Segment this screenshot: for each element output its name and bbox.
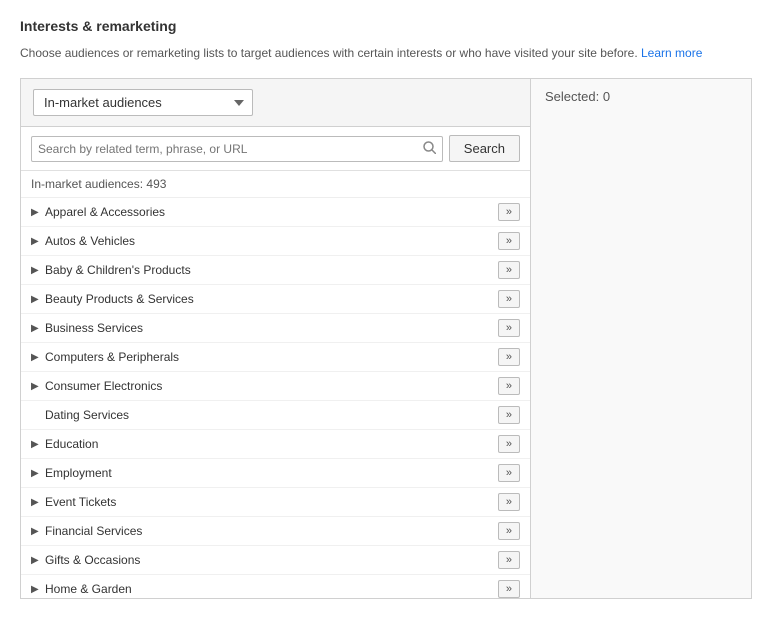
add-to-selected-button[interactable]: » xyxy=(498,522,520,540)
add-to-selected-button[interactable]: » xyxy=(498,406,520,424)
expand-arrow-icon[interactable]: ▶ xyxy=(31,555,41,566)
section-title: Interests & remarketing xyxy=(20,18,752,34)
learn-more-link[interactable]: Learn more xyxy=(641,46,702,60)
expand-arrow-icon[interactable]: ▶ xyxy=(31,497,41,508)
list-item: ▶ Computers & Peripherals » xyxy=(21,343,530,372)
list-item: ▶ Financial Services » xyxy=(21,517,530,546)
main-panel: In-market audiences Affinity audiences R… xyxy=(20,78,752,599)
section-description: Choose audiences or remarketing lists to… xyxy=(20,44,752,62)
expand-arrow-icon[interactable]: ▶ xyxy=(31,381,41,392)
add-to-selected-button[interactable]: » xyxy=(498,580,520,598)
list-item-label: Business Services xyxy=(45,321,143,335)
left-panel: In-market audiences Affinity audiences R… xyxy=(21,79,531,598)
add-to-selected-button[interactable]: » xyxy=(498,261,520,279)
add-to-selected-button[interactable]: » xyxy=(498,435,520,453)
list-item-label: Education xyxy=(45,437,98,451)
list-item: Dating Services » xyxy=(21,401,530,430)
list-item: ▶ Event Tickets » xyxy=(21,488,530,517)
search-input[interactable] xyxy=(38,142,419,156)
search-button[interactable]: Search xyxy=(449,135,520,162)
search-icon xyxy=(423,141,436,157)
list-item: ▶ Business Services » xyxy=(21,314,530,343)
list-item-label: Financial Services xyxy=(45,524,142,538)
list-item: ▶ Apparel & Accessories » xyxy=(21,198,530,227)
audience-list: ▶ Apparel & Accessories » ▶ Autos & Vehicles… xyxy=(21,198,530,598)
list-item: ▶ Autos & Vehicles » xyxy=(21,227,530,256)
expand-arrow-icon[interactable]: ▶ xyxy=(31,207,41,218)
expand-arrow-icon[interactable]: ▶ xyxy=(31,584,41,595)
list-item: ▶ Baby & Children's Products » xyxy=(21,256,530,285)
list-item: ▶ Gifts & Occasions » xyxy=(21,546,530,575)
list-item-label: Event Tickets xyxy=(45,495,116,509)
list-header: In-market audiences: 493 xyxy=(21,171,530,198)
search-row: Search xyxy=(21,127,530,171)
add-to-selected-button[interactable]: » xyxy=(498,203,520,221)
expand-arrow-icon[interactable]: ▶ xyxy=(31,294,41,305)
add-to-selected-button[interactable]: » xyxy=(498,464,520,482)
add-to-selected-button[interactable]: » xyxy=(498,319,520,337)
add-to-selected-button[interactable]: » xyxy=(498,493,520,511)
list-item-label: Employment xyxy=(45,466,112,480)
add-to-selected-button[interactable]: » xyxy=(498,551,520,569)
search-input-wrap xyxy=(31,136,443,162)
add-to-selected-button[interactable]: » xyxy=(498,348,520,366)
expand-arrow-icon[interactable]: ▶ xyxy=(31,265,41,276)
expand-arrow-icon[interactable]: ▶ xyxy=(31,352,41,363)
list-item-label: Consumer Electronics xyxy=(45,379,162,393)
list-item: ▶ Beauty Products & Services » xyxy=(21,285,530,314)
list-item-label: Baby & Children's Products xyxy=(45,263,191,277)
expand-arrow-icon[interactable]: ▶ xyxy=(31,468,41,479)
list-item: ▶ Home & Garden » xyxy=(21,575,530,598)
list-item-label: Autos & Vehicles xyxy=(45,234,135,248)
dropdown-row: In-market audiences Affinity audiences R… xyxy=(21,79,530,127)
list-item-label: Gifts & Occasions xyxy=(45,553,140,567)
list-item-label: Computers & Peripherals xyxy=(45,350,179,364)
right-panel: Selected: 0 xyxy=(531,79,751,598)
add-to-selected-button[interactable]: » xyxy=(498,290,520,308)
audience-type-select[interactable]: In-market audiences Affinity audiences R… xyxy=(33,89,253,116)
list-item: ▶ Consumer Electronics » xyxy=(21,372,530,401)
list-item-label: Dating Services xyxy=(45,408,129,422)
expand-arrow-icon[interactable]: ▶ xyxy=(31,236,41,247)
list-item-label: Home & Garden xyxy=(45,582,132,596)
add-to-selected-button[interactable]: » xyxy=(498,377,520,395)
expand-arrow-icon[interactable]: ▶ xyxy=(31,526,41,537)
expand-arrow-icon[interactable]: ▶ xyxy=(31,439,41,450)
list-item: ▶ Employment » xyxy=(21,459,530,488)
list-item: ▶ Education » xyxy=(21,430,530,459)
expand-arrow-icon[interactable]: ▶ xyxy=(31,323,41,334)
list-item-label: Beauty Products & Services xyxy=(45,292,194,306)
add-to-selected-button[interactable]: » xyxy=(498,232,520,250)
list-item-label: Apparel & Accessories xyxy=(45,205,165,219)
selected-count: Selected: 0 xyxy=(545,89,610,104)
